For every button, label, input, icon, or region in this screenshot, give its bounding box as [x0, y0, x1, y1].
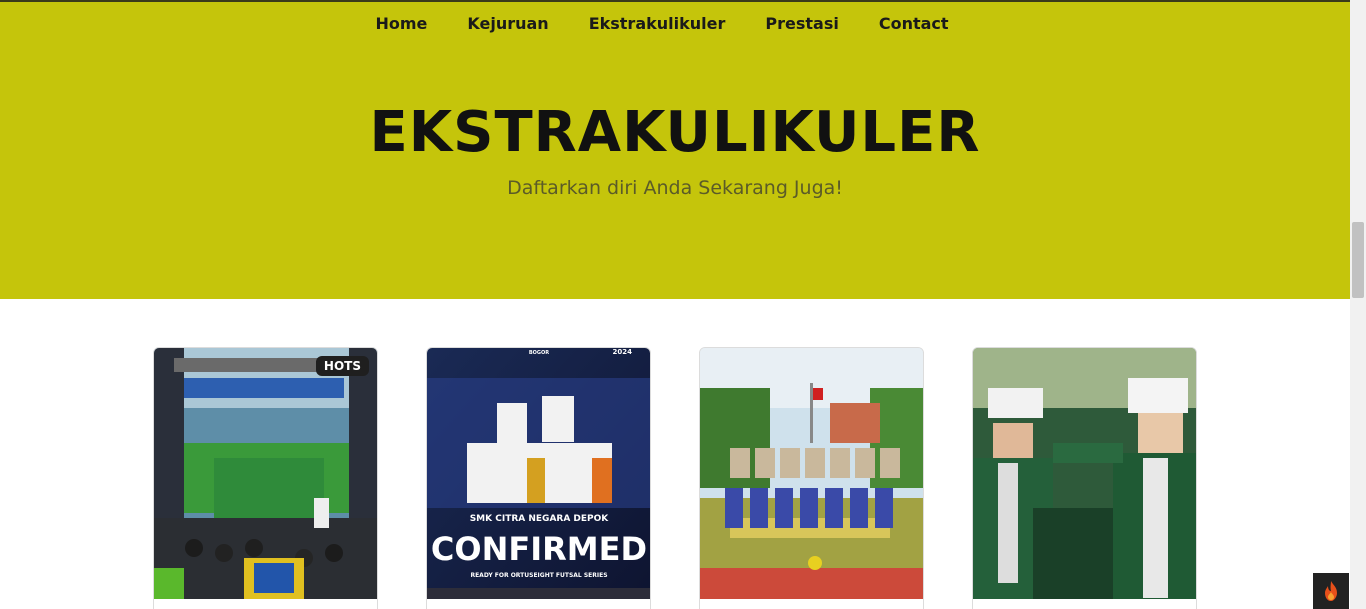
card-music[interactable]: HOTS [153, 347, 378, 609]
marching-band-photo [973, 348, 1196, 599]
fire-icon [1325, 581, 1337, 601]
card-futsal[interactable]: SMK CITRA NEGARA DEPOK CONFIRMED READY F… [426, 347, 651, 609]
page-title: EKSTRAKULIKULER [369, 100, 981, 165]
poster-headline: CONFIRMED [431, 530, 647, 568]
futsal-team-poster: SMK CITRA NEGARA DEPOK CONFIRMED READY F… [427, 348, 650, 599]
nav-kejuruan[interactable]: Kejuruan [467, 14, 548, 33]
main-nav: Home Kejuruan Ekstrakulikuler Prestasi C… [0, 14, 1350, 33]
nav-prestasi[interactable]: Prestasi [765, 14, 838, 33]
nav-ekstrakulikuler[interactable]: Ekstrakulikuler [589, 14, 726, 33]
hero-section: Home Kejuruan Ekstrakulikuler Prestasi C… [0, 2, 1350, 299]
page-subtitle: Daftarkan diri Anda Sekarang Juga! [507, 177, 843, 199]
poster-tagline: READY FOR ORTUSEIGHT FUTSAL SERIES [470, 572, 607, 579]
card-volleyball[interactable] [699, 347, 924, 609]
poster-city: BOGOR [529, 350, 549, 356]
nav-home[interactable]: Home [375, 14, 427, 33]
music-stage-photo [154, 348, 377, 599]
page-scrollbar[interactable] [1350, 0, 1366, 609]
poster-year: 2024 [613, 348, 633, 356]
scrollbar-thumb[interactable] [1352, 222, 1364, 298]
hots-badge: HOTS [315, 356, 369, 376]
fire-button[interactable] [1313, 573, 1349, 609]
card-marching-band[interactable] [972, 347, 1197, 609]
volleyball-team-photo [700, 348, 923, 599]
poster-school-name: SMK CITRA NEGARA DEPOK [470, 514, 610, 524]
nav-contact[interactable]: Contact [879, 14, 949, 33]
